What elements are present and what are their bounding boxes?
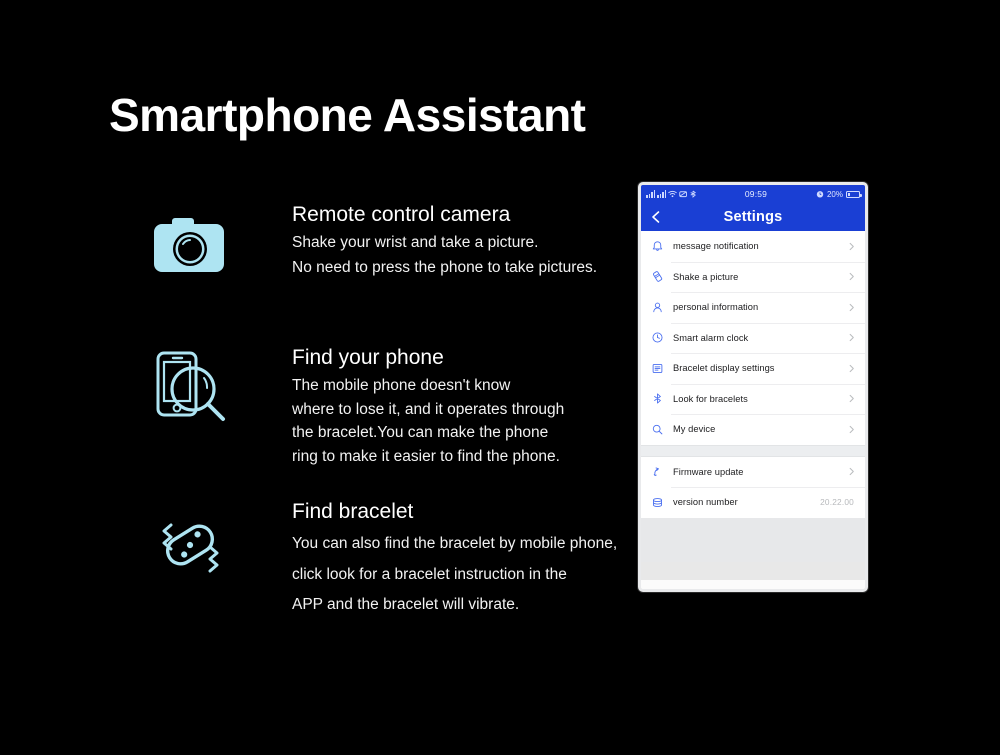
settings-group-main: message notification Shake a picture per… [641,231,865,445]
version-number-value: 20.22.00 [820,497,854,508]
page-title: Smartphone Assistant [109,89,586,141]
phone-search-icon [140,342,240,432]
feature-line: APP and the bracelet will vibrate. [292,596,520,614]
firmware-update-icon [651,465,669,478]
settings-row-label: Firmware update [673,466,744,477]
feature-line: No need to press the phone to take pictu… [292,258,598,276]
phone-empty-area [641,517,865,562]
chevron-right-icon [849,425,854,433]
settings-row-label: message notification [673,241,759,252]
feature-line: ring to make it easier to find the phone… [292,447,560,465]
signal-bars-icon [646,190,655,198]
settings-row-label: My device [673,424,716,435]
wifi-icon [668,190,677,198]
chevron-right-icon [849,334,854,342]
feature-line: click look for a bracelet instruction in… [292,565,567,583]
settings-row-bracelet-display-settings[interactable]: Bracelet display settings [641,353,865,384]
bluetooth-icon [651,392,669,405]
chevron-right-icon [849,242,854,250]
signal-bars-icon [657,190,666,198]
search-icon [651,423,669,436]
person-icon [651,301,669,314]
chevron-right-icon [849,303,854,311]
settings-row-label: personal information [673,302,759,313]
settings-row-version-number: version number 20.22.00 [641,487,865,518]
settings-row-label: version number [673,497,738,508]
settings-row-message-notification[interactable]: message notification [641,231,865,262]
settings-row-label: Shake a picture [673,271,739,282]
settings-row-personal-information[interactable]: personal information [641,292,865,323]
feature-line: where to lose it, and it operates throug… [292,400,565,418]
settings-row-look-for-bracelets[interactable]: Look for bracelets [641,383,865,414]
settings-group-about: Firmware update version number 20.22.00 [641,456,865,518]
feature-line: the bracelet.You can make the phone [292,424,549,442]
sync-icon [679,191,687,198]
chevron-right-icon [849,395,854,403]
feature-line: You can also find the bracelet by mobile… [292,535,618,553]
database-icon [651,496,669,509]
chevron-right-icon [849,364,854,372]
settings-row-label: Smart alarm clock [673,332,749,343]
alarm-clock-icon [816,191,824,198]
feature-heading: Find your phone [292,346,444,369]
chevron-right-icon [849,273,854,281]
feature-text-block: Remote control camera Shake your wrist a… [292,203,597,278]
display-list-icon [651,362,669,375]
battery-icon [846,190,862,198]
bell-icon [651,240,669,253]
feature-heading: Find bracelet [292,500,414,523]
settings-row-shake-a-picture[interactable]: Shake a picture [641,261,865,292]
settings-row-firmware-update[interactable]: Firmware update [641,456,865,487]
battery-percent-label: 20% [826,189,843,199]
feature-text-block: Find bracelet You can also find the brac… [292,500,617,616]
feature-heading: Remote control camera [292,203,511,226]
phone-home-indicator [641,580,865,589]
settings-row-label: Bracelet display settings [673,363,775,374]
phone-mockup: 09:59 20% Settings message notification … [638,182,868,592]
settings-group-separator [641,444,865,457]
settings-row-label: Look for bracelets [673,393,748,404]
slide-root: Smartphone Assistant Remote control came… [0,0,1000,755]
feature-text-block: Find your phone The mobile phone doesn't… [292,346,564,467]
feature-line: Shake your wrist and take a picture. [292,234,539,252]
clock-icon [651,331,669,344]
camera-icon [140,200,240,290]
chevron-right-icon [849,468,854,476]
phone-status-bar: 09:59 20% [641,185,865,203]
phone-nav-bar: Settings [641,203,865,231]
screen-title: Settings [723,209,783,225]
shake-phone-icon [651,270,669,283]
bracelet-vibrate-icon [140,500,240,590]
feature-line: The mobile phone doesn't know [292,377,511,395]
settings-row-my-device[interactable]: My device [641,414,865,445]
chevron-left-icon[interactable] [649,210,663,224]
status-time: 09:59 [744,189,768,199]
settings-row-smart-alarm-clock[interactable]: Smart alarm clock [641,322,865,353]
